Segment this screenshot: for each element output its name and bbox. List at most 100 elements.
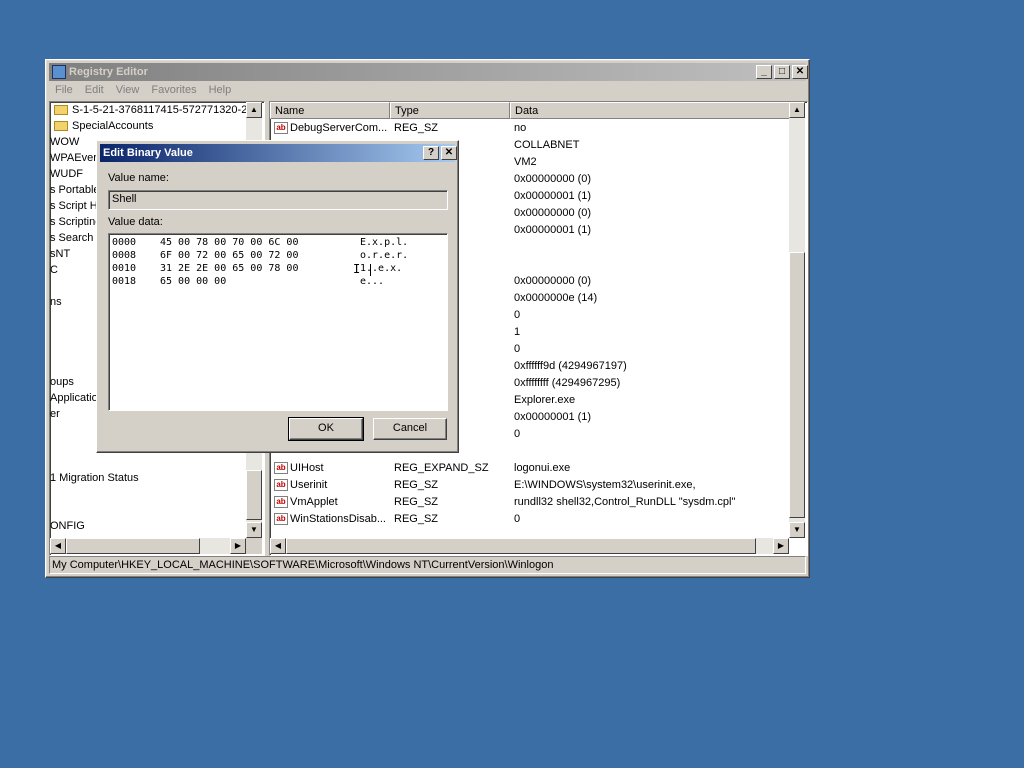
- value-data: E:\WINDOWS\system32\userinit.exe,: [514, 479, 696, 491]
- scroll-left-arrow-icon[interactable]: ◀: [50, 538, 66, 554]
- value-data: logonui.exe: [514, 462, 571, 474]
- list-scroll-right-arrow-icon[interactable]: ▶: [773, 538, 789, 554]
- scroll-corner: [246, 538, 262, 554]
- tree-item[interactable]: WOW: [50, 134, 79, 150]
- tree-horizontal-scrollbar[interactable]: ◀ ▶: [50, 538, 246, 554]
- scroll-down-arrow-icon[interactable]: ▼: [246, 522, 262, 538]
- tree-item[interactable]: S-1-5-21-3768117415-572771320-2: [54, 102, 247, 118]
- list-horizontal-scrollbar[interactable]: ◀ ▶: [270, 538, 789, 554]
- tree-item[interactable]: C: [50, 262, 58, 278]
- string-value-icon: ab: [274, 513, 288, 526]
- value-data: COLLABNET: [514, 139, 580, 151]
- ok-button[interactable]: OK: [288, 417, 364, 441]
- tree-item[interactable]: s Search: [50, 230, 93, 246]
- menu-favorites[interactable]: Favorites: [145, 82, 202, 96]
- tree-item[interactable]: ns: [50, 294, 62, 310]
- tree-item-label: ns: [50, 296, 62, 308]
- maximize-button[interactable]: □: [774, 65, 790, 79]
- menu-help[interactable]: Help: [203, 82, 238, 96]
- cancel-button[interactable]: Cancel: [373, 418, 447, 440]
- tree-item[interactable]: s Scripting: [50, 214, 101, 230]
- tree-item[interactable]: WPAEver: [50, 150, 97, 166]
- value-data: 0xffffffff (4294967295): [514, 377, 621, 389]
- column-header-data[interactable]: Data: [510, 102, 790, 119]
- hex-bytes: 31 2E 2E 00 65 00 78 00: [160, 263, 299, 274]
- tree-item-label: s Script H: [50, 200, 98, 212]
- string-value-icon: ab: [274, 122, 288, 135]
- column-header-type[interactable]: Type: [390, 102, 510, 119]
- close-button[interactable]: ✕: [792, 65, 808, 79]
- hex-bytes: 65 00 00 00: [160, 276, 227, 287]
- menu-file[interactable]: File: [49, 82, 79, 96]
- value-data: 0x00000001 (1): [514, 190, 592, 202]
- tree-item-label: s Portable: [50, 184, 100, 196]
- value-data: 0: [514, 513, 521, 525]
- value-type: REG_SZ: [394, 479, 439, 491]
- edit-binary-value-dialog: Edit Binary Value ? ✕ Value name: Shell …: [96, 140, 459, 453]
- list-scroll-down-arrow-icon[interactable]: ▼: [789, 522, 805, 538]
- value-type: REG_EXPAND_SZ: [394, 462, 489, 474]
- hex-offset: 0000: [112, 237, 137, 248]
- string-value-icon: ab: [274, 479, 288, 492]
- help-button[interactable]: ?: [423, 146, 439, 160]
- table-row[interactable]: ab WinStationsDisab... REG_SZ 0: [270, 511, 807, 528]
- tree-item[interactable]: s Script H: [50, 198, 98, 214]
- hex-ascii: e...: [360, 276, 385, 287]
- scroll-up-arrow-icon[interactable]: ▲: [246, 102, 262, 118]
- menu-edit[interactable]: Edit: [79, 82, 110, 96]
- dialog-title: Edit Binary Value: [103, 147, 193, 159]
- table-row[interactable]: ab DebugServerCom... REG_SZ no: [270, 120, 807, 137]
- tree-scroll-thumb[interactable]: [246, 470, 262, 520]
- tree-item[interactable]: oups: [50, 374, 74, 390]
- value-data: 0: [514, 428, 521, 440]
- value-data-hex-editor[interactable]: 0000 45 00 78 00 70 00 6C 00 E.x.p.l. 0008 6…: [108, 233, 448, 411]
- hex-ascii: 1..e.x.: [360, 263, 403, 274]
- table-row[interactable]: ab VmApplet REG_SZ rundll32 shell32,Control…: [270, 494, 807, 511]
- hex-line: 0018 65 00 00 00 e...: [112, 275, 442, 288]
- tree-item-label: ONFIG: [50, 520, 85, 532]
- value-data: 1: [514, 326, 521, 338]
- dialog-close-button[interactable]: ✕: [441, 146, 457, 160]
- value-data: 0x00000001 (1): [514, 224, 592, 236]
- value-name: Userinit: [290, 479, 328, 491]
- hex-offset: 0018: [112, 276, 137, 287]
- dialog-title-bar[interactable]: Edit Binary Value ? ✕: [100, 144, 457, 162]
- tree-item-label: sNT: [50, 248, 71, 260]
- tree-item-label: WUDF: [50, 168, 83, 180]
- menu-view[interactable]: View: [110, 82, 146, 96]
- scroll-right-arrow-icon[interactable]: ▶: [230, 538, 246, 554]
- list-hscroll-thumb[interactable]: [286, 538, 756, 554]
- tree-item-label: C: [50, 264, 58, 276]
- tree-item-label: WPAEver: [50, 152, 97, 164]
- tree-item[interactable]: 1 Migration Status: [50, 470, 139, 486]
- minimize-button[interactable]: _: [756, 65, 772, 79]
- tree-item[interactable]: WUDF: [50, 166, 83, 182]
- table-row[interactable]: ab UIHost REG_EXPAND_SZ logonui.exe: [270, 460, 807, 477]
- hex-line: 0000 45 00 78 00 70 00 6C 00 E.x.p.l.: [112, 236, 442, 249]
- value-data: 0: [514, 309, 521, 321]
- title-bar[interactable]: Registry Editor _ □ ✕: [49, 63, 808, 81]
- hex-offset: 0008: [112, 250, 137, 261]
- tree-item-label: s Scripting: [50, 216, 102, 228]
- tree-item[interactable]: ONFIG: [50, 518, 85, 534]
- tree-item[interactable]: SpecialAccounts: [54, 118, 153, 134]
- list-vertical-scrollbar[interactable]: ▲ ▼: [789, 102, 805, 538]
- value-data: VM2: [514, 156, 537, 168]
- folder-icon: [54, 105, 68, 116]
- column-header-name[interactable]: Name: [270, 102, 390, 119]
- tree-hscroll-thumb[interactable]: [66, 538, 200, 554]
- value-name: WinStationsDisab...: [290, 513, 386, 525]
- tree-item[interactable]: er: [50, 406, 60, 422]
- hex-bytes: 45 00 78 00 70 00 6C 00: [160, 237, 299, 248]
- tree-item[interactable]: s Portable: [50, 182, 100, 198]
- list-scroll-thumb[interactable]: [789, 252, 805, 518]
- value-name: UIHost: [290, 462, 324, 474]
- list-scroll-up-arrow-icon[interactable]: ▲: [789, 102, 805, 118]
- tree-item-label: SpecialAccounts: [72, 120, 154, 132]
- list-scroll-left-arrow-icon[interactable]: ◀: [270, 538, 286, 554]
- string-value-icon: ab: [274, 496, 288, 509]
- table-row[interactable]: ab Userinit REG_SZ E:\WINDOWS\system32\user…: [270, 477, 807, 494]
- tree-item-label: s Search: [50, 232, 94, 244]
- status-bar: My Computer\HKEY_LOCAL_MACHINE\SOFTWARE\…: [49, 556, 806, 574]
- tree-item[interactable]: sNT: [50, 246, 70, 262]
